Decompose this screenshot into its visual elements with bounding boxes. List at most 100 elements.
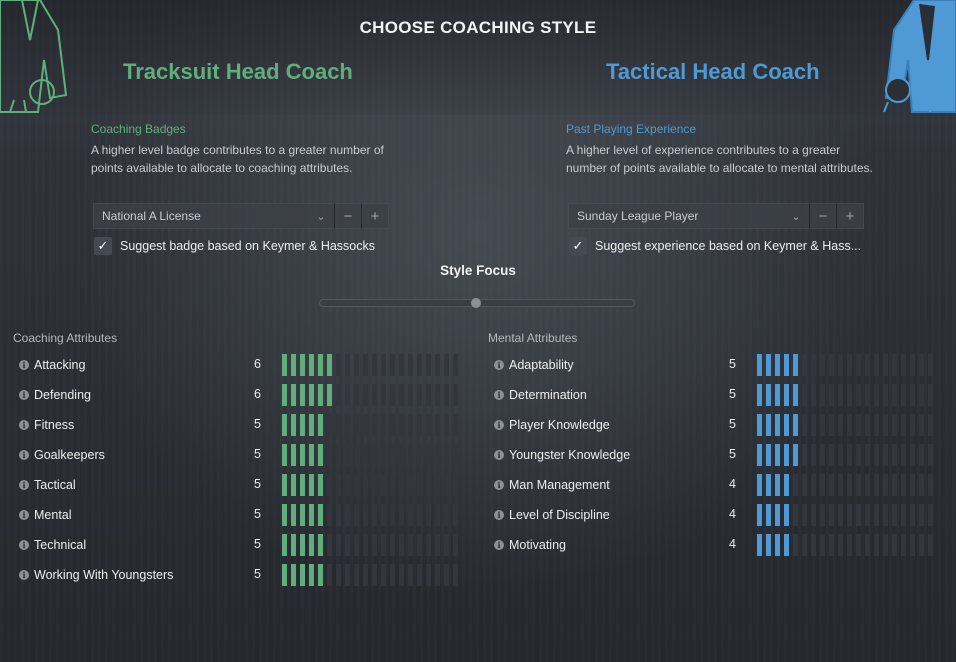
coaching-attribute-name: Tactical: [34, 478, 76, 492]
playing-experience-dropdown[interactable]: Sunday League Player ⌄ − +: [568, 203, 864, 229]
bar-segment-empty: [892, 474, 897, 496]
info-icon[interactable]: i: [19, 570, 29, 580]
bar-segment-empty: [354, 504, 359, 526]
info-icon[interactable]: i: [494, 510, 504, 520]
coaching-attribute-row[interactable]: i Mental: [19, 503, 72, 527]
coaching-badge-dropdown[interactable]: National A License ⌄ − +: [93, 203, 389, 229]
mental-attribute-row[interactable]: i Player Knowledge: [494, 413, 610, 437]
mental-attribute-value: 4: [729, 537, 736, 551]
mental-attribute-value: 5: [729, 417, 736, 431]
bar-segment-filled: [775, 414, 780, 436]
bar-segment-filled: [291, 354, 296, 376]
bar-segment-empty: [426, 504, 431, 526]
info-icon[interactable]: i: [19, 450, 29, 460]
bar-segment-filled: [793, 384, 798, 406]
bar-segment-empty: [381, 534, 386, 556]
bar-segment-filled: [757, 384, 762, 406]
bar-segment-filled: [318, 444, 323, 466]
bar-segment-filled: [318, 534, 323, 556]
bar-segment-empty: [847, 384, 852, 406]
bar-segment-empty: [793, 474, 798, 496]
bar-segment-empty: [390, 504, 395, 526]
bar-segment-empty: [354, 384, 359, 406]
bar-segment-empty: [390, 384, 395, 406]
info-icon[interactable]: i: [19, 360, 29, 370]
info-icon[interactable]: i: [494, 420, 504, 430]
coaching-attribute-row[interactable]: i Goalkeepers: [19, 443, 105, 467]
style-focus-slider-thumb[interactable]: [471, 298, 481, 308]
coaching-attribute-row[interactable]: i Defending: [19, 383, 91, 407]
info-icon[interactable]: i: [494, 450, 504, 460]
bar-segment-empty: [892, 354, 897, 376]
bar-segment-empty: [381, 564, 386, 586]
mental-attribute-row[interactable]: i Determination: [494, 383, 587, 407]
bar-segment-empty: [417, 534, 422, 556]
info-icon[interactable]: i: [19, 420, 29, 430]
bar-segment-empty: [381, 384, 386, 406]
coaching-attribute-value: 6: [254, 357, 261, 371]
coaching-attribute-row[interactable]: i Working With Youngsters: [19, 563, 173, 587]
bar-segment-empty: [408, 444, 413, 466]
info-icon[interactable]: i: [19, 480, 29, 490]
mental-attribute-name: Man Management: [509, 478, 610, 492]
bar-segment-empty: [793, 504, 798, 526]
bar-segment-filled: [757, 444, 762, 466]
bar-segment-filled: [300, 564, 305, 586]
minus-icon[interactable]: −: [334, 203, 361, 229]
info-icon[interactable]: i: [19, 540, 29, 550]
suggest-badge-checkbox-row[interactable]: ✓ Suggest badge based on Keymer & Hassoc…: [94, 236, 375, 256]
coaching-attribute-row[interactable]: i Fitness: [19, 413, 74, 437]
bar-segment-empty: [390, 564, 395, 586]
bar-segment-filled: [291, 414, 296, 436]
bar-segment-empty: [901, 354, 906, 376]
chevron-down-icon[interactable]: ⌄: [783, 210, 809, 223]
bar-segment-empty: [372, 534, 377, 556]
bar-segment-empty: [363, 534, 368, 556]
plus-icon[interactable]: +: [361, 203, 388, 229]
bar-segment-empty: [811, 444, 816, 466]
info-icon[interactable]: i: [494, 390, 504, 400]
coaching-attribute-value: 5: [254, 507, 261, 521]
plus-icon[interactable]: +: [836, 203, 863, 229]
tactical-coach-title[interactable]: Tactical Head Coach: [606, 59, 820, 85]
info-icon[interactable]: i: [494, 480, 504, 490]
bar-segment-empty: [372, 444, 377, 466]
info-icon[interactable]: i: [494, 540, 504, 550]
mental-attribute-row[interactable]: i Level of Discipline: [494, 503, 610, 527]
mental-attribute-row[interactable]: i Adaptability: [494, 353, 574, 377]
bar-segment-empty: [426, 564, 431, 586]
check-icon[interactable]: ✓: [569, 237, 587, 255]
bar-segment-filled: [784, 384, 789, 406]
bar-segment-empty: [811, 504, 816, 526]
mental-attribute-row[interactable]: i Motivating: [494, 533, 566, 557]
bar-segment-empty: [874, 504, 879, 526]
coaching-attribute-row[interactable]: i Tactical: [19, 473, 76, 497]
bar-segment-empty: [345, 564, 350, 586]
coaching-attribute-name: Mental: [34, 508, 72, 522]
bar-segment-empty: [336, 414, 341, 436]
info-icon[interactable]: i: [494, 360, 504, 370]
mental-attribute-row[interactable]: i Youngster Knowledge: [494, 443, 630, 467]
coaching-attribute-row[interactable]: i Attacking: [19, 353, 85, 377]
tracksuit-coach-title[interactable]: Tracksuit Head Coach: [123, 59, 353, 85]
chevron-down-icon[interactable]: ⌄: [308, 210, 334, 223]
bar-segment-empty: [435, 354, 440, 376]
bar-segment-filled: [282, 354, 287, 376]
bar-segment-empty: [847, 414, 852, 436]
info-icon[interactable]: i: [19, 390, 29, 400]
bar-segment-empty: [802, 534, 807, 556]
info-icon[interactable]: i: [19, 510, 29, 520]
suggest-experience-checkbox-row[interactable]: ✓ Suggest experience based on Keymer & H…: [569, 236, 861, 256]
minus-icon[interactable]: −: [809, 203, 836, 229]
coaching-attribute-row[interactable]: i Technical: [19, 533, 86, 557]
check-icon[interactable]: ✓: [94, 237, 112, 255]
bar-segment-filled: [309, 534, 314, 556]
coaching-attribute-value: 5: [254, 567, 261, 581]
bar-segment-empty: [426, 354, 431, 376]
bar-segment-empty: [408, 474, 413, 496]
bar-segment-empty: [865, 354, 870, 376]
mental-attribute-row[interactable]: i Man Management: [494, 473, 610, 497]
bar-segment-empty: [354, 414, 359, 436]
coaching-attribute-value: 5: [254, 447, 261, 461]
bar-segment-empty: [453, 414, 458, 436]
